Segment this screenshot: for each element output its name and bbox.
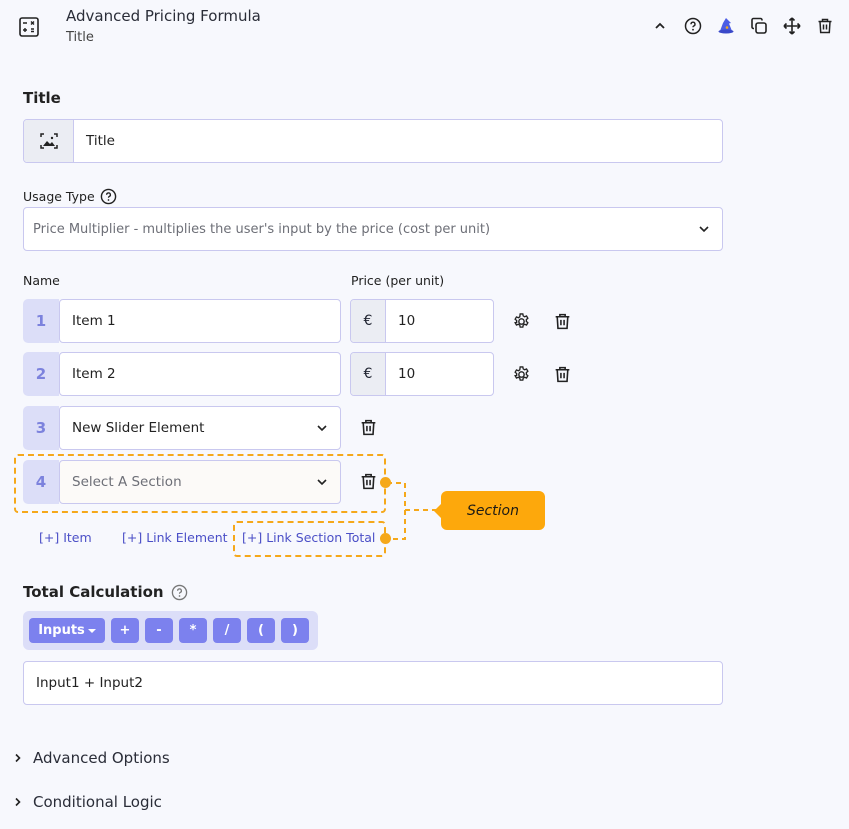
element-delete-button[interactable]	[357, 416, 379, 438]
formula-toolbar: Inputs + - * / ( )	[23, 611, 318, 650]
trash-icon	[818, 18, 831, 34]
gear-icon	[513, 312, 529, 328]
move-handle[interactable]	[775, 14, 808, 38]
item-price-input[interactable]: € 10	[350, 352, 494, 396]
operator-close-paren-button[interactable]: )	[281, 618, 309, 643]
duplicate-icon	[750, 17, 767, 34]
row-number: 3	[23, 406, 59, 450]
item-row: 1 Item 1	[23, 299, 341, 343]
gear-icon	[513, 365, 529, 381]
chevron-right-icon	[15, 753, 21, 763]
item-settings-button[interactable]	[510, 363, 532, 385]
usage-type-select[interactable]: Price Multiplier - multiplies the user's…	[23, 207, 723, 251]
section-delete-button[interactable]	[357, 470, 379, 492]
help-icon	[684, 17, 701, 35]
item-name-input[interactable]: Item 1	[59, 299, 341, 343]
usage-type-value: Price Multiplier - multiplies the user's…	[33, 221, 491, 237]
title-field[interactable]: Title	[23, 119, 723, 163]
collapse-button[interactable]	[643, 14, 676, 38]
conditional-logic-toggle[interactable]: Conditional Logic	[13, 793, 162, 811]
add-link-element-link[interactable]: [+] Link Element	[122, 530, 228, 545]
usage-type-label-row: Usage Type	[23, 188, 117, 205]
advanced-options-toggle[interactable]: Advanced Options	[13, 749, 170, 767]
delete-element-button[interactable]	[808, 14, 841, 38]
title-addon	[24, 120, 74, 162]
title-input[interactable]: Title	[74, 133, 722, 149]
move-icon	[782, 17, 801, 35]
formula-input[interactable]: Input1 + Input2	[23, 661, 723, 705]
section-callout: Section	[434, 491, 545, 530]
total-calculation-label: Total Calculation	[23, 583, 164, 601]
element-title: Advanced Pricing Formula	[66, 7, 261, 25]
calculator-icon	[18, 16, 40, 38]
chevron-down-icon	[699, 226, 709, 233]
chevron-up-icon	[654, 22, 665, 29]
wizard-button[interactable]	[709, 14, 742, 38]
total-calculation-label-row: Total Calculation	[23, 583, 188, 601]
duplicate-button[interactable]	[742, 14, 775, 38]
chevron-down-icon	[317, 425, 327, 432]
item-settings-button[interactable]	[510, 310, 532, 332]
add-link-section-total-link[interactable]: [+] Link Section Total	[242, 530, 375, 545]
wizard-hat-icon	[718, 18, 733, 34]
help-icon[interactable]	[171, 584, 188, 601]
row-number: 2	[23, 352, 59, 396]
chevron-down-icon	[317, 479, 327, 486]
trash-icon	[361, 473, 375, 489]
trash-icon	[555, 366, 569, 382]
add-item-link[interactable]: [+] Item	[39, 530, 92, 545]
name-column-header: Name	[23, 273, 60, 288]
operator-minus-button[interactable]: -	[145, 618, 173, 643]
row-number: 4	[23, 460, 59, 504]
operator-divide-button[interactable]: /	[213, 618, 241, 643]
item-delete-button[interactable]	[551, 310, 573, 332]
operator-plus-button[interactable]: +	[111, 618, 139, 643]
element-subtitle: Title	[66, 30, 94, 45]
header-toolbar	[643, 14, 841, 38]
chevron-right-icon	[15, 797, 21, 807]
usage-type-label: Usage Type	[23, 189, 95, 204]
operator-open-paren-button[interactable]: (	[247, 618, 275, 643]
section-select[interactable]: Select A Section	[59, 460, 341, 504]
item-price-input[interactable]: € 10	[350, 299, 494, 343]
currency-symbol: €	[351, 353, 386, 395]
trash-icon	[361, 419, 375, 435]
inputs-dropdown-button[interactable]: Inputs	[29, 618, 105, 643]
help-button[interactable]	[676, 14, 709, 38]
currency-symbol: €	[351, 300, 386, 342]
operator-multiply-button[interactable]: *	[179, 618, 207, 643]
section-row: 4 Select A Section	[23, 460, 341, 504]
linked-element-select[interactable]: New Slider Element	[59, 406, 341, 450]
caret-down-icon	[87, 628, 96, 633]
item-name-input[interactable]: Item 2	[59, 352, 341, 396]
image-icon	[39, 133, 58, 149]
item-row: 2 Item 2	[23, 352, 341, 396]
item-delete-button[interactable]	[551, 363, 573, 385]
help-icon[interactable]	[100, 188, 117, 205]
row-number: 1	[23, 299, 59, 343]
trash-icon	[555, 313, 569, 329]
title-label: Title	[23, 89, 61, 107]
element-row: 3 New Slider Element	[23, 406, 341, 450]
price-column-header: Price (per unit)	[351, 273, 445, 288]
